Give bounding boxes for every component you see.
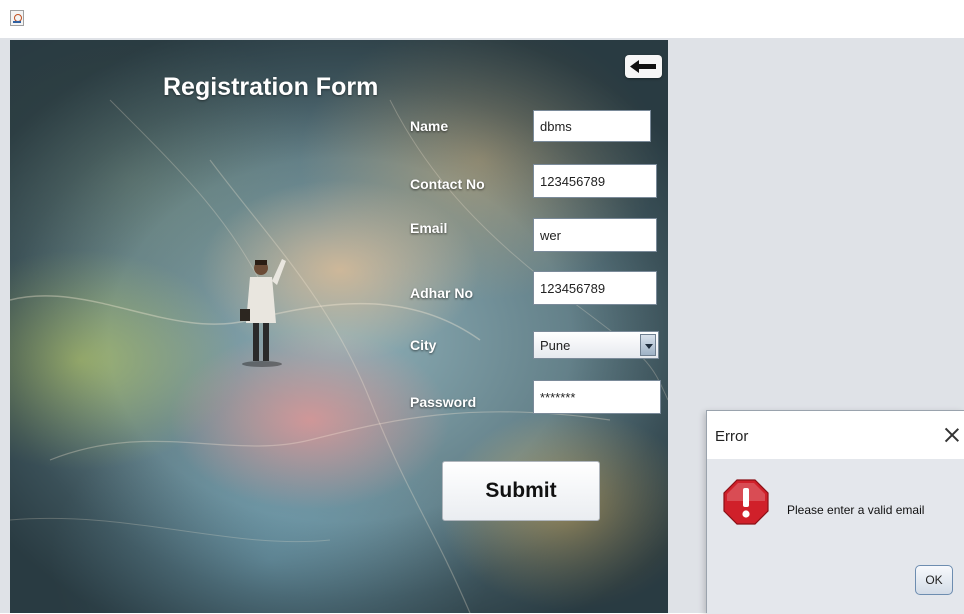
city-dropdown[interactable]: Pune: [533, 331, 659, 359]
java-cup-icon: [10, 10, 24, 26]
form-title: Registration Form: [163, 73, 379, 101]
city-selected-value: Pune: [540, 338, 571, 353]
adhar-label: Adhar No: [410, 285, 473, 301]
traveler-figure: [240, 259, 286, 367]
window-titlebar: [0, 0, 964, 38]
name-field[interactable]: [533, 110, 651, 142]
error-icon: [723, 479, 769, 525]
adhar-field[interactable]: [533, 271, 657, 305]
password-label: Password: [410, 394, 477, 410]
name-label: Name: [410, 118, 449, 134]
chevron-down-icon[interactable]: [640, 334, 656, 356]
close-icon[interactable]: [943, 426, 961, 444]
dialog-body: Please enter a valid email OK: [707, 459, 964, 614]
ok-button[interactable]: OK: [915, 565, 953, 595]
dialog-message: Please enter a valid email: [787, 503, 925, 517]
email-field[interactable]: [533, 218, 657, 252]
password-field[interactable]: [533, 380, 661, 414]
contact-label: Contact No: [410, 176, 485, 192]
dialog-title: Error: [715, 428, 749, 445]
email-label: Email: [410, 220, 448, 236]
contact-field[interactable]: [533, 164, 657, 198]
back-button[interactable]: [625, 55, 662, 78]
error-dialog: Error Please enter a valid email OK: [706, 410, 964, 614]
city-label: City: [410, 337, 437, 353]
arrow-left-icon: [630, 60, 656, 73]
dialog-titlebar: Error: [707, 411, 964, 459]
submit-button[interactable]: Submit: [442, 461, 600, 521]
